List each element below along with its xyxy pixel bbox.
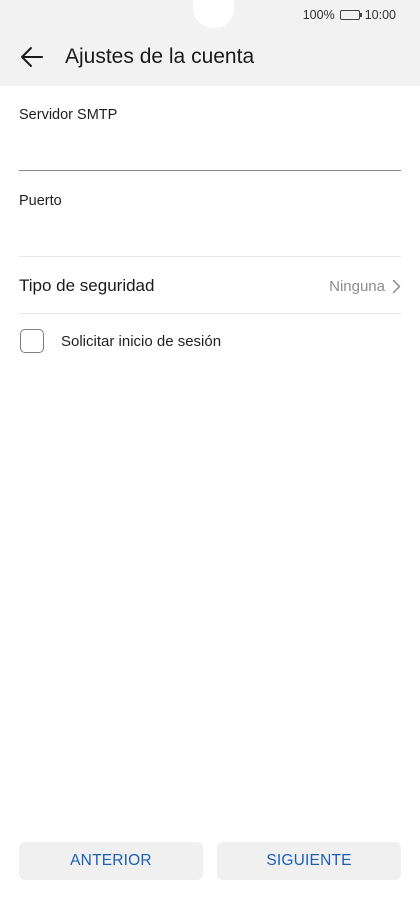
smtp-server-underline (19, 170, 401, 171)
page-title: Ajustes de la cuenta (65, 45, 255, 68)
camera-notch (193, 0, 234, 28)
smtp-server-input[interactable] (19, 134, 401, 168)
require-signin-row[interactable]: Solicitar inicio de sesión (20, 328, 221, 354)
security-type-label: Tipo de seguridad (19, 276, 155, 295)
header-area: 100% 10:00 Ajustes de la cuenta (0, 0, 420, 86)
clock: 10:00 (364, 8, 396, 22)
arrow-left-icon (21, 47, 43, 67)
battery-icon (339, 10, 362, 20)
require-signin-label: Solicitar inicio de sesión (61, 332, 222, 350)
security-type-value-wrap: Ninguna (329, 278, 401, 295)
smtp-server-label: Servidor SMTP (19, 107, 118, 123)
next-button[interactable]: SIGUIENTE (217, 842, 401, 880)
previous-button[interactable]: ANTERIOR (19, 842, 203, 880)
security-divider (19, 313, 401, 314)
port-label: Puerto (19, 193, 62, 209)
status-bar: 100% 10:00 (303, 7, 396, 23)
chevron-right-icon (392, 279, 401, 293)
battery-percent: 100% (302, 8, 335, 22)
back-button[interactable] (18, 43, 46, 71)
security-type-row[interactable]: Tipo de seguridad Ninguna (19, 262, 401, 310)
port-divider (19, 256, 401, 257)
account-settings-screen: 100% 10:00 Ajustes de la cuenta Servidor… (0, 0, 420, 910)
require-signin-checkbox[interactable] (20, 329, 44, 353)
security-type-value: Ninguna (329, 277, 385, 295)
app-bar: Ajustes de la cuenta (0, 32, 420, 82)
port-input[interactable] (19, 220, 401, 254)
